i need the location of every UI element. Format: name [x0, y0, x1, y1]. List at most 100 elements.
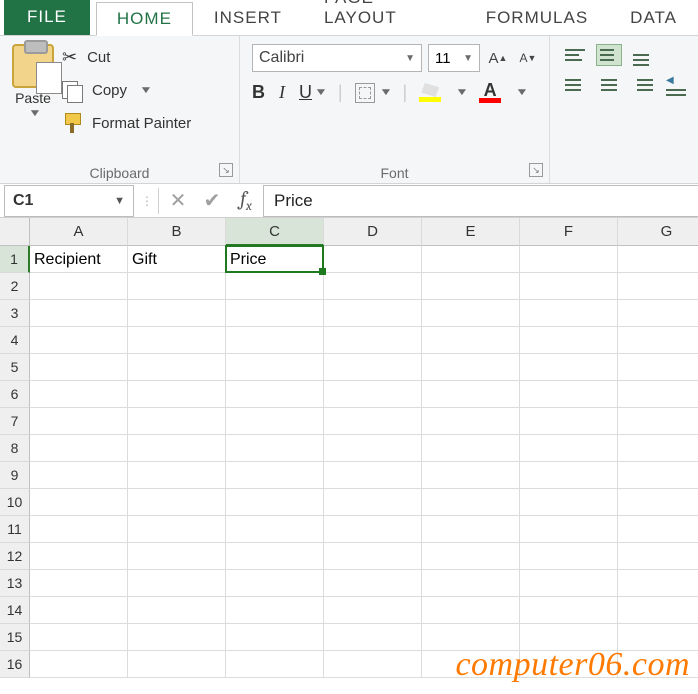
- cell-F8[interactable]: [520, 435, 618, 462]
- cell-C10[interactable]: [226, 489, 324, 516]
- cut-button[interactable]: ✂ Cut: [62, 44, 191, 71]
- cell-A6[interactable]: [30, 381, 128, 408]
- cell-B8[interactable]: [128, 435, 226, 462]
- cell-A5[interactable]: [30, 354, 128, 381]
- cell-G6[interactable]: [618, 381, 698, 408]
- align-right-button[interactable]: [630, 74, 656, 96]
- cell-C14[interactable]: [226, 597, 324, 624]
- row-header-5[interactable]: 5: [0, 354, 30, 381]
- font-name-select[interactable]: Calibri ▼: [252, 44, 422, 72]
- cell-D11[interactable]: [324, 516, 422, 543]
- row-header-12[interactable]: 12: [0, 543, 30, 570]
- cell-D6[interactable]: [324, 381, 422, 408]
- paste-button[interactable]: Paste ▼: [12, 44, 54, 119]
- cell-C11[interactable]: [226, 516, 324, 543]
- cell-B11[interactable]: [128, 516, 226, 543]
- cell-F7[interactable]: [520, 408, 618, 435]
- cell-D15[interactable]: [324, 624, 422, 651]
- cell-C2[interactable]: [226, 273, 324, 300]
- row-header-6[interactable]: 6: [0, 381, 30, 408]
- insert-function-button[interactable]: fx: [229, 187, 263, 214]
- format-painter-button[interactable]: Format Painter: [62, 110, 191, 137]
- cell-G2[interactable]: [618, 273, 698, 300]
- row-header-3[interactable]: 3: [0, 300, 30, 327]
- cell-A8[interactable]: [30, 435, 128, 462]
- column-header-A[interactable]: A: [30, 218, 128, 246]
- cell-E8[interactable]: [422, 435, 520, 462]
- cell-A7[interactable]: [30, 408, 128, 435]
- cell-E2[interactable]: [422, 273, 520, 300]
- fill-color-dropdown-icon[interactable]: ▼: [455, 87, 469, 98]
- cell-D14[interactable]: [324, 597, 422, 624]
- row-header-4[interactable]: 4: [0, 327, 30, 354]
- cell-B10[interactable]: [128, 489, 226, 516]
- cell-E7[interactable]: [422, 408, 520, 435]
- cell-A9[interactable]: [30, 462, 128, 489]
- cell-A14[interactable]: [30, 597, 128, 624]
- cell-E10[interactable]: [422, 489, 520, 516]
- cell-F12[interactable]: [520, 543, 618, 570]
- cell-D10[interactable]: [324, 489, 422, 516]
- cell-C8[interactable]: [226, 435, 324, 462]
- cell-F15[interactable]: [520, 624, 618, 651]
- cell-C13[interactable]: [226, 570, 324, 597]
- tab-formulas[interactable]: FORMULAS: [465, 1, 609, 35]
- cell-D7[interactable]: [324, 408, 422, 435]
- row-header-10[interactable]: 10: [0, 489, 30, 516]
- font-color-dropdown-icon[interactable]: ▼: [515, 87, 529, 98]
- align-middle-button[interactable]: [596, 44, 622, 66]
- borders-button[interactable]: [355, 83, 375, 103]
- cell-E6[interactable]: [422, 381, 520, 408]
- cell-G11[interactable]: [618, 516, 698, 543]
- cell-C4[interactable]: [226, 327, 324, 354]
- cell-C3[interactable]: [226, 300, 324, 327]
- row-header-16[interactable]: 16: [0, 651, 30, 678]
- cell-B3[interactable]: [128, 300, 226, 327]
- cell-C16[interactable]: [226, 651, 324, 678]
- underline-dropdown-icon[interactable]: ▼: [314, 87, 328, 98]
- cell-A4[interactable]: [30, 327, 128, 354]
- cell-D8[interactable]: [324, 435, 422, 462]
- italic-button[interactable]: I: [279, 82, 285, 103]
- cell-D1[interactable]: [324, 246, 422, 273]
- row-header-1[interactable]: 1: [0, 246, 30, 273]
- cell-B7[interactable]: [128, 408, 226, 435]
- column-header-F[interactable]: F: [520, 218, 618, 246]
- increase-font-size-button[interactable]: A▲: [486, 46, 510, 70]
- row-header-11[interactable]: 11: [0, 516, 30, 543]
- cell-F4[interactable]: [520, 327, 618, 354]
- decrease-indent-button[interactable]: ◀: [664, 74, 690, 96]
- cell-F13[interactable]: [520, 570, 618, 597]
- cell-G15[interactable]: [618, 624, 698, 651]
- cell-B16[interactable]: [128, 651, 226, 678]
- paste-dropdown-icon[interactable]: ▼: [28, 108, 42, 119]
- tab-insert[interactable]: INSERT: [193, 1, 303, 35]
- cell-A10[interactable]: [30, 489, 128, 516]
- cancel-formula-button[interactable]: ✕: [161, 188, 195, 213]
- cell-D4[interactable]: [324, 327, 422, 354]
- cell-D12[interactable]: [324, 543, 422, 570]
- cell-B2[interactable]: [128, 273, 226, 300]
- cell-E16[interactable]: [422, 651, 520, 678]
- cell-E14[interactable]: [422, 597, 520, 624]
- row-header-7[interactable]: 7: [0, 408, 30, 435]
- cell-C9[interactable]: [226, 462, 324, 489]
- cell-E9[interactable]: [422, 462, 520, 489]
- bold-button[interactable]: B: [252, 82, 265, 103]
- cell-E5[interactable]: [422, 354, 520, 381]
- cell-F5[interactable]: [520, 354, 618, 381]
- enter-formula-button[interactable]: ✔: [195, 188, 229, 213]
- cell-E12[interactable]: [422, 543, 520, 570]
- cell-F2[interactable]: [520, 273, 618, 300]
- decrease-font-size-button[interactable]: A▼: [516, 46, 540, 70]
- cell-F9[interactable]: [520, 462, 618, 489]
- cell-F14[interactable]: [520, 597, 618, 624]
- tab-page-layout[interactable]: PAGE LAYOUT: [303, 0, 465, 35]
- cell-E13[interactable]: [422, 570, 520, 597]
- cell-E15[interactable]: [422, 624, 520, 651]
- cell-C15[interactable]: [226, 624, 324, 651]
- cell-F3[interactable]: [520, 300, 618, 327]
- cell-F11[interactable]: [520, 516, 618, 543]
- cell-B6[interactable]: [128, 381, 226, 408]
- cell-C7[interactable]: [226, 408, 324, 435]
